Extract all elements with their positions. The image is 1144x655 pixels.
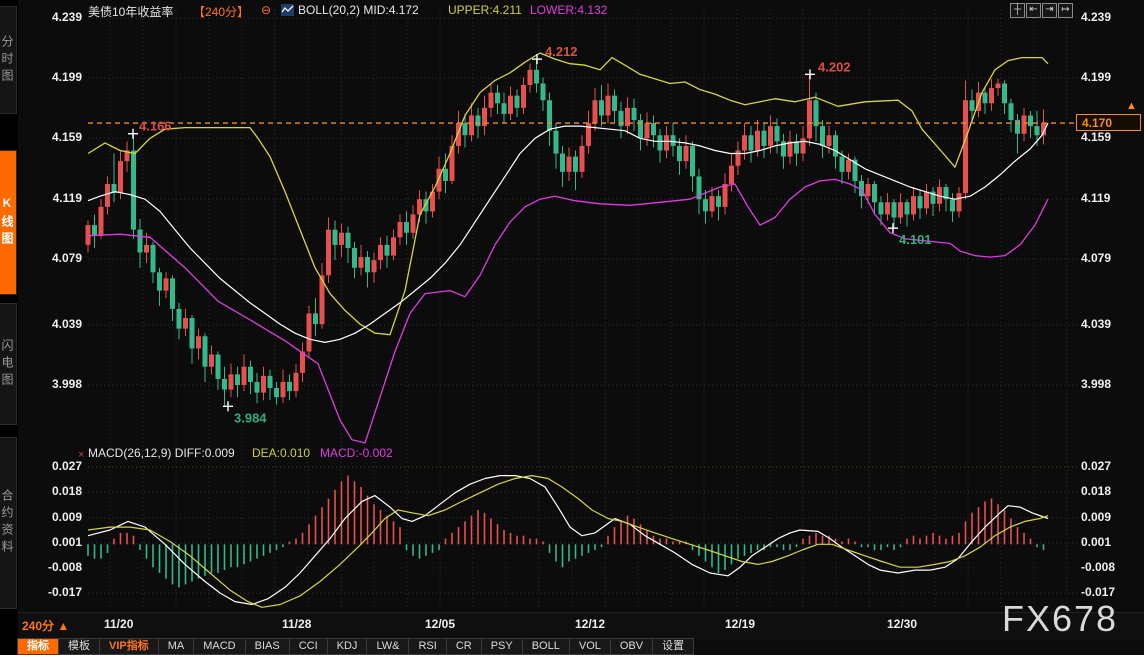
boll-upper-value: UPPER:4.211 [448, 3, 522, 19]
toolbar-item-LW&[interactable]: LW& [367, 638, 409, 655]
toolbar-item-MA[interactable]: MA [159, 638, 195, 655]
sidebar-tab-分时图[interactable]: 分时图 [0, 6, 17, 114]
main-yaxis-label-right: 4.239 [1081, 10, 1141, 24]
toolbar-item-指标[interactable]: 指标 [17, 638, 59, 655]
macd-values: MACD(26,12,9) DIFF:0.009 [88, 446, 235, 462]
main-yaxis-label-right: 4.079 [1081, 251, 1141, 265]
macd-yaxis-label-right: -0.017 [1081, 585, 1141, 599]
main-yaxis-label-right: 4.199 [1081, 70, 1141, 84]
macd-yaxis-label-left: -0.017 [30, 585, 82, 599]
sidebar-tab-K线图[interactable]: K线图 [0, 150, 17, 295]
xaxis-label: 12/05 [425, 617, 455, 631]
boll-values: BOLL(20,2) MID:4.172 [298, 3, 419, 19]
collapse-panel-icon[interactable]: ↦ [1058, 3, 1073, 18]
toolbar-item-RSI[interactable]: RSI [409, 638, 446, 655]
macd-yaxis-label-right: 0.027 [1081, 459, 1141, 473]
last-price-box: 4.170 [1076, 114, 1141, 131]
macd-yaxis-label-right: 0.009 [1081, 510, 1141, 524]
sidebar-tab-闪电图[interactable]: 闪电图 [0, 303, 17, 425]
main-yaxis-label-left: 4.199 [30, 70, 82, 84]
period-label[interactable]: 【240分】 [193, 3, 249, 19]
macd-yaxis-label-left: 0.009 [30, 510, 82, 524]
price-annotation: 4.166 [139, 119, 172, 134]
xaxis-label: 11/28 [282, 617, 311, 631]
chart-canvas[interactable]: 4.166 4.212 4.202 4.101 3.984 [0, 0, 1144, 655]
watermark: FX678 [1002, 598, 1118, 640]
toolbar-item-KDJ[interactable]: KDJ [328, 638, 368, 655]
macd-yaxis-label-right: -0.008 [1081, 560, 1141, 574]
xaxis-label: 12/30 [887, 617, 917, 631]
toolbar-item-VOL[interactable]: VOL [570, 638, 611, 655]
toolbar-item-设置[interactable]: 设置 [653, 638, 694, 655]
price-annotation: 4.212 [545, 44, 578, 59]
price-up-arrow-icon: ▲ [1126, 100, 1137, 112]
toolbar-item-BOLL[interactable]: BOLL [523, 638, 570, 655]
zoom-x-axis-icon[interactable]: ⇤ [1026, 3, 1041, 18]
macd-yaxis-label-left: 0.027 [30, 459, 82, 473]
dea-value: DEA:0.010 [252, 446, 310, 462]
main-yaxis-label-left: 3.998 [30, 377, 82, 391]
toolbar-item-OBV[interactable]: OBV [611, 638, 653, 655]
toolbar-item-PSY[interactable]: PSY [482, 638, 523, 655]
main-yaxis-label-right: 4.159 [1081, 130, 1141, 144]
zoom-y-axis-icon[interactable]: ⇥ [1042, 3, 1057, 18]
main-yaxis-label-left: 4.119 [30, 191, 82, 205]
price-annotation: 3.984 [234, 410, 267, 425]
pan-tool-icon[interactable]: ┼ [1010, 3, 1025, 18]
price-annotation: 4.202 [818, 59, 851, 74]
toolbar-item-BIAS[interactable]: BIAS [246, 638, 290, 655]
macd-yaxis-label-right: 0.018 [1081, 484, 1141, 498]
boll-indicator-icon [281, 4, 294, 16]
macd-value: MACD:-0.002 [320, 446, 393, 462]
macd-yaxis-label-left: 0.018 [30, 484, 82, 498]
main-yaxis-label-right: 4.039 [1081, 317, 1141, 331]
collapse-icon[interactable]: ⊖ [261, 3, 271, 19]
sidebar: 分时图 K线图闪电图合约资料 [0, 0, 18, 655]
bottom-toolbar: 指标模板VIP指标MAMACDBIASCCIKDJLW&RSICRPSYBOLL… [17, 638, 694, 655]
main-yaxis-label-left: 4.239 [30, 10, 82, 24]
period-badge[interactable]: 240分 ▲ [22, 617, 69, 634]
main-yaxis-label-right: 3.998 [1081, 377, 1141, 391]
toolbar-item-CCI[interactable]: CCI [290, 638, 328, 655]
xaxis-row [0, 612, 1144, 639]
chart-app: 4.1664.2124.2024.1013.984 分时图K线图闪电图合约资料 … [0, 0, 1144, 655]
xaxis-label: 11/20 [104, 617, 133, 631]
macd-yaxis-label-left: 0.001 [30, 535, 82, 549]
toolbar-item-模板[interactable]: 模板 [59, 638, 100, 655]
toolbar-item-MACD[interactable]: MACD [194, 638, 245, 655]
sidebar-tab-合约资料[interactable]: 合约资料 [0, 437, 17, 609]
main-yaxis-label-left: 4.079 [30, 251, 82, 265]
main-yaxis-label-left: 4.039 [30, 317, 82, 331]
instrument-title: 美债10年收益率 [88, 3, 173, 19]
main-yaxis-label-left: 4.159 [30, 130, 82, 144]
toolbar-item-VIP指标[interactable]: VIP指标 [100, 638, 159, 655]
toolbar-item-CR[interactable]: CR [447, 638, 482, 655]
main-yaxis-label-right: 4.119 [1081, 191, 1141, 205]
price-annotation: 4.101 [899, 232, 932, 247]
macd-yaxis-label-left: -0.008 [30, 560, 82, 574]
xaxis-label: 12/19 [725, 617, 755, 631]
xaxis-label: 12/12 [575, 617, 605, 631]
boll-lower-value: LOWER:4.132 [530, 3, 607, 19]
macd-close-icon[interactable]: × [78, 449, 84, 461]
macd-yaxis-label-right: 0.001 [1081, 535, 1141, 549]
